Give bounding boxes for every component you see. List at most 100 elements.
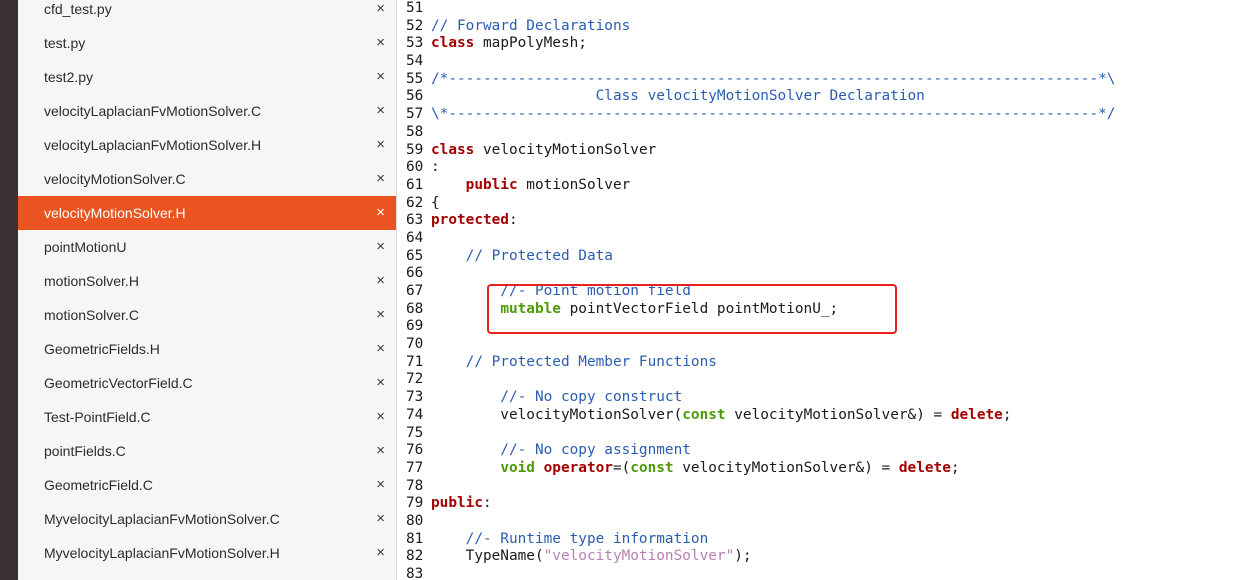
code-line[interactable]: 53 class mapPolyMesh; (406, 35, 1115, 53)
code-line[interactable]: 71 // Protected Member Functions (406, 354, 1115, 372)
code-token: : (508, 212, 518, 229)
code-token: delete (898, 459, 951, 476)
code-line[interactable]: 55 /*------------------------------------… (406, 71, 1115, 89)
close-icon[interactable]: × (376, 332, 385, 366)
code-line[interactable]: 65 // Protected Data (406, 248, 1115, 266)
close-icon[interactable]: × (376, 128, 385, 162)
code-line[interactable]: 75 (406, 425, 1115, 443)
file-item[interactable]: cfd_test.py × (18, 0, 396, 26)
file-item[interactable]: motionSolver.C × (18, 298, 396, 332)
code-line[interactable]: 70 (406, 336, 1115, 354)
file-name: test.py (44, 35, 86, 51)
close-icon[interactable]: × (376, 60, 385, 94)
code-line[interactable]: 76 //- No copy assignment (406, 442, 1115, 460)
line-number: 61 (406, 176, 424, 193)
code-line[interactable]: 74 velocityMotionSolver(const velocityMo… (406, 407, 1115, 425)
file-item[interactable]: MyvelocityLaplacianFvMotionSolver.C × (18, 502, 396, 536)
line-number: 72 (406, 371, 424, 388)
code-token: velocityMotionSolver&) = (673, 459, 899, 476)
code-line[interactable]: 80 (406, 513, 1115, 531)
code-line[interactable]: 51 (406, 0, 1115, 18)
file-item[interactable]: GeometricField.C × (18, 468, 396, 502)
code-line[interactable]: 57 \*------------------------------------… (406, 106, 1115, 124)
line-number: 75 (406, 424, 424, 441)
file-name: velocityMotionSolver.H (44, 205, 186, 221)
code-line[interactable]: 56 Class velocityMotionSolver Declaratio… (406, 88, 1115, 106)
close-icon[interactable]: × (376, 162, 385, 196)
file-name: MyvelocityLaplacianFvMotionSolver.C (44, 511, 280, 527)
line-number: 74 (406, 406, 424, 423)
code-line[interactable]: 52 // Forward Declarations (406, 18, 1115, 36)
close-icon[interactable]: × (376, 196, 385, 230)
code-line[interactable]: 61 public motionSolver (406, 177, 1115, 195)
close-icon[interactable]: × (376, 536, 385, 570)
file-item[interactable]: velocityMotionSolver.C × (18, 162, 396, 196)
line-number: 80 (406, 512, 424, 529)
close-icon[interactable]: × (376, 230, 385, 264)
launcher-dock (0, 0, 18, 580)
code-line[interactable]: 72 (406, 371, 1115, 389)
line-number: 63 (406, 212, 424, 229)
code-token: // Forward Declarations (431, 17, 631, 34)
file-item[interactable]: velocityLaplacianFvMotionSolver.C × (18, 94, 396, 128)
code-line[interactable]: 73 //- No copy construct (406, 389, 1115, 407)
file-item[interactable]: velocityMotionSolver.H × (18, 196, 396, 230)
close-icon[interactable]: × (376, 94, 385, 128)
line-number: 69 (406, 318, 424, 335)
code-line[interactable]: 66 (406, 265, 1115, 283)
code-token: ); (734, 548, 752, 565)
code-line[interactable]: 62 { (406, 195, 1115, 213)
code-token: operator (543, 459, 613, 476)
close-icon[interactable]: × (376, 298, 385, 332)
file-item[interactable]: motionSolver.H × (18, 264, 396, 298)
close-icon[interactable]: × (376, 468, 385, 502)
code-token: void (500, 459, 535, 476)
code-line[interactable]: 64 (406, 230, 1115, 248)
code-line[interactable]: 63 protected: (406, 212, 1115, 230)
line-number: 64 (406, 229, 424, 246)
code-line[interactable]: 59 class velocityMotionSolver (406, 142, 1115, 160)
code-line[interactable]: 60: (406, 159, 1115, 177)
code-token: delete (950, 406, 1003, 423)
close-icon[interactable]: × (376, 434, 385, 468)
line-number: 66 (406, 265, 424, 282)
file-item[interactable]: Test-PointField.C × (18, 400, 396, 434)
code-token: //- No copy construct (431, 389, 683, 406)
code-line[interactable]: 58 (406, 124, 1115, 142)
file-item[interactable]: pointFields.C × (18, 434, 396, 468)
code-token: { (431, 194, 440, 211)
code-line[interactable]: 78 (406, 478, 1115, 496)
code-line[interactable]: 83 (406, 566, 1115, 580)
code-token: velocityMotionSolver (474, 141, 657, 158)
file-item[interactable]: GeometricFields.H × (18, 332, 396, 366)
file-item[interactable]: MyvelocityLaplacianFvMotionSolver.H × (18, 536, 396, 570)
code-line[interactable]: 81 //- Runtime type information (406, 531, 1115, 549)
close-icon[interactable]: × (376, 366, 385, 400)
code-token: /*--------------------------------------… (431, 70, 1116, 87)
file-item[interactable]: test2.py × (18, 60, 396, 94)
code-token: public (465, 176, 518, 193)
line-number: 79 (406, 495, 424, 512)
line-number: 70 (406, 336, 424, 353)
close-icon[interactable]: × (376, 400, 385, 434)
code-line[interactable]: 54 (406, 53, 1115, 71)
line-number: 52 (406, 17, 424, 34)
open-documents-sidebar: cfd_test.py × test.py × test2.py × velocityLap… (18, 0, 396, 580)
open-documents-list: cfd_test.py × test.py × test2.py × velocityLap… (18, 0, 396, 570)
file-item[interactable]: GeometricVectorField.C × (18, 366, 396, 400)
code-line[interactable]: 82 TypeName("velocityMotionSolver"); (406, 548, 1115, 566)
highlight-annotation-box (487, 284, 897, 334)
close-icon[interactable]: × (376, 264, 385, 298)
line-number: 73 (406, 389, 424, 406)
file-item[interactable]: test.py × (18, 26, 396, 60)
code-line[interactable]: 79 public: (406, 495, 1115, 513)
close-icon[interactable]: × (376, 26, 385, 60)
code-token: : (482, 495, 492, 512)
code-line[interactable]: 77 void operator=(const velocityMotionSo… (406, 460, 1115, 478)
file-item[interactable]: pointMotionU × (18, 230, 396, 264)
close-icon[interactable]: × (376, 0, 385, 26)
close-icon[interactable]: × (376, 502, 385, 536)
line-number: 78 (406, 477, 424, 494)
file-item[interactable]: velocityLaplacianFvMotionSolver.H × (18, 128, 396, 162)
